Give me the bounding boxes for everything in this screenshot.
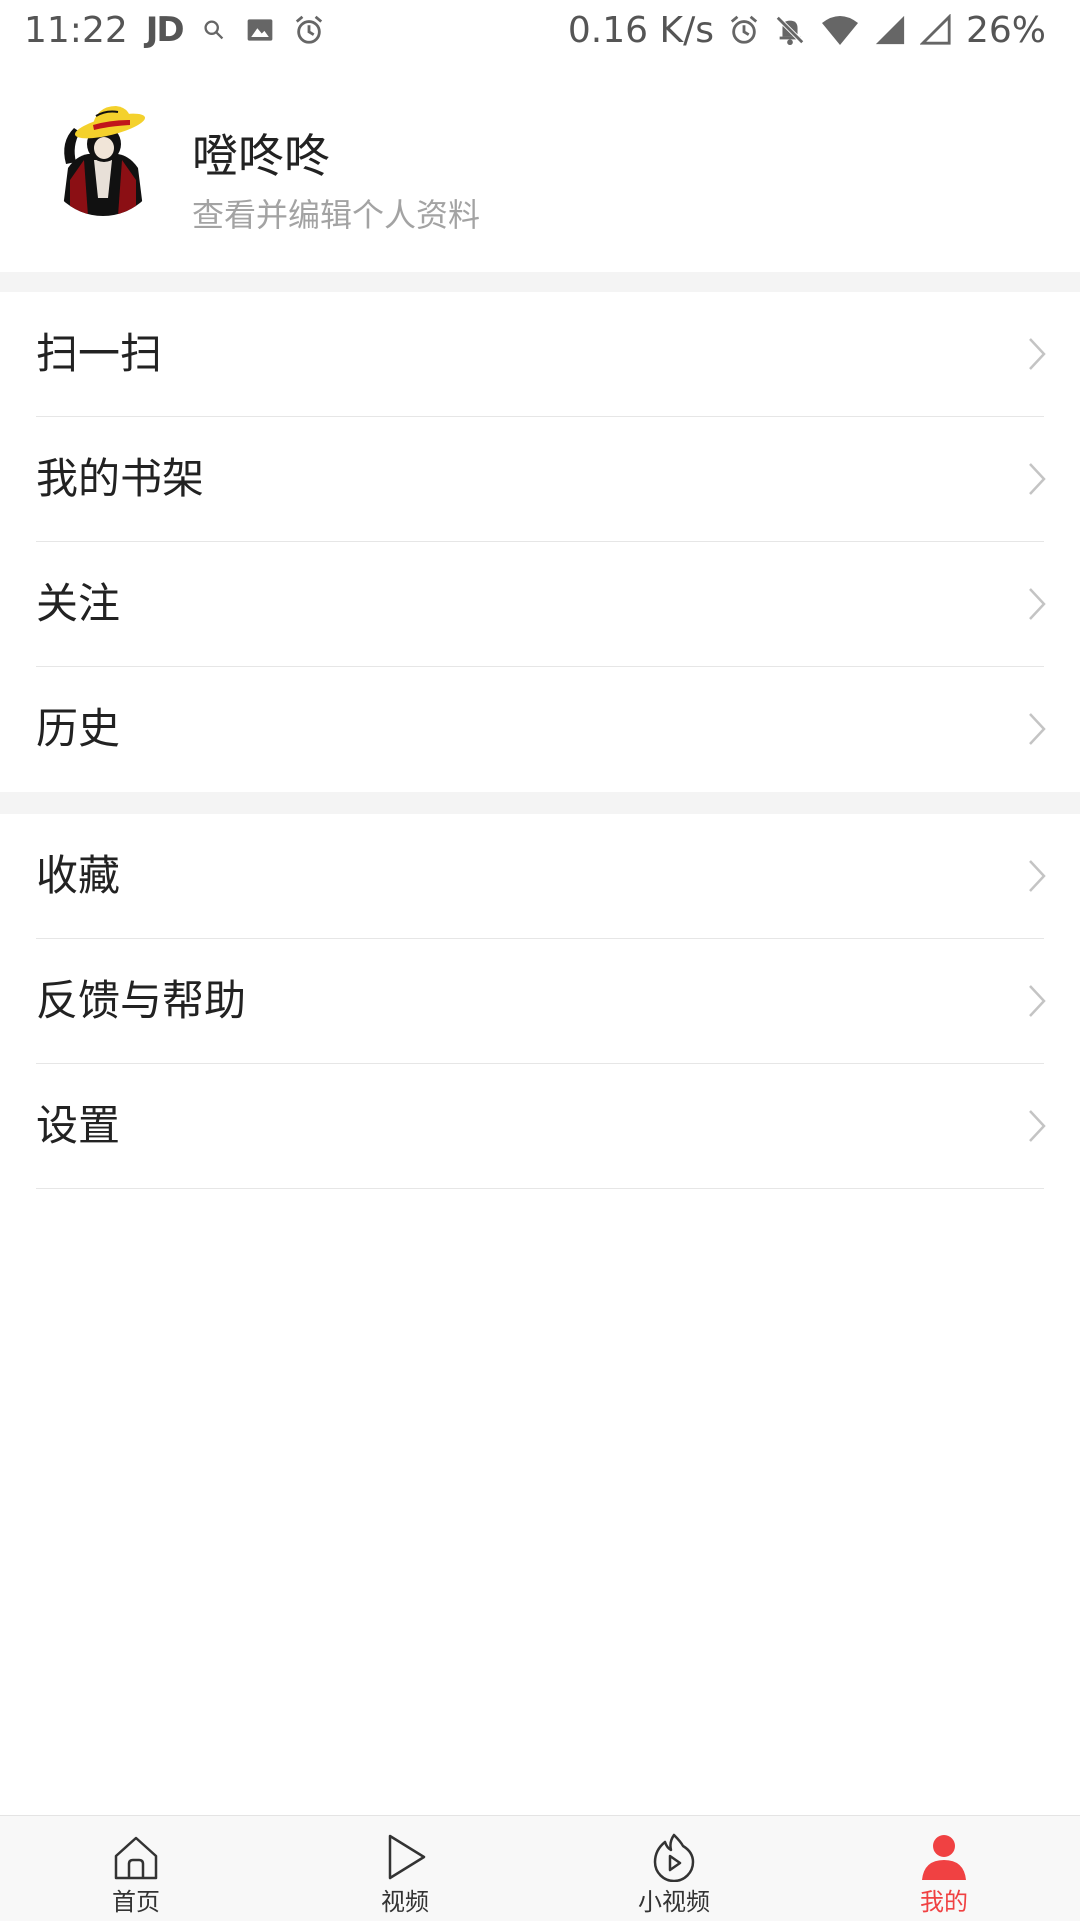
menu-item-favorites[interactable]: 收藏 (0, 814, 1080, 939)
status-bar: 11:22 JD 0.16 K/s 26% (0, 0, 1080, 60)
menu-group-main: 扫一扫 我的书架 关注 历史 (0, 292, 1080, 792)
chevron-right-icon (1029, 338, 1046, 370)
tab-label: 我的 (920, 1888, 968, 1916)
menu-item-label: 扫一扫 (36, 329, 163, 378)
chevron-right-icon (1029, 1110, 1046, 1142)
signal-icon (875, 15, 905, 45)
bottom-tab-bar: 首页 视频 小视频 我的 (0, 1815, 1080, 1921)
menu-group-secondary: 收藏 反馈与帮助 设置 (0, 814, 1080, 1189)
status-bar-right: 0.16 K/s 26% (568, 0, 1046, 60)
bell-off-icon (776, 16, 804, 46)
divider (36, 1188, 1044, 1189)
tab-video[interactable]: 视频 (325, 1816, 485, 1921)
chevron-right-icon (1029, 588, 1046, 620)
jd-app-icon: JD (145, 10, 185, 50)
menu-item-label: 收藏 (36, 851, 121, 900)
signal-empty-icon (919, 14, 951, 45)
wifi-icon (821, 16, 858, 45)
tab-label: 小视频 (638, 1888, 710, 1916)
chevron-right-icon (1029, 713, 1046, 745)
battery-level: 26% (965, 9, 1046, 51)
menu-item-label: 历史 (36, 704, 121, 753)
profile-name: 噔咚咚 (192, 129, 330, 183)
tab-label: 首页 (112, 1888, 160, 1916)
menu-item-feedback-help[interactable]: 反馈与帮助 (0, 939, 1080, 1064)
chevron-right-icon (1029, 463, 1046, 495)
chevron-right-icon (1029, 860, 1046, 892)
chevron-right-icon (1029, 985, 1046, 1017)
image-icon (247, 19, 272, 41)
menu-item-label: 设置 (36, 1101, 121, 1150)
tab-home[interactable]: 首页 (56, 1816, 216, 1921)
tab-label: 视频 (381, 1888, 429, 1916)
profile-edit-hint: 查看并编辑个人资料 (192, 196, 481, 234)
alarm-icon (295, 15, 322, 44)
section-divider (0, 272, 1080, 292)
menu-item-history[interactable]: 历史 (0, 667, 1080, 792)
alarm-icon (730, 15, 758, 44)
avatar[interactable] (44, 98, 162, 216)
menu-item-label: 我的书架 (36, 454, 205, 503)
avatar-illustration (62, 106, 145, 216)
menu-item-bookshelf[interactable]: 我的书架 (0, 417, 1080, 542)
menu-item-label: 关注 (36, 579, 121, 628)
home-icon (114, 1836, 158, 1880)
search-icon (204, 20, 223, 40)
status-bar-left: 11:22 JD (24, 0, 325, 60)
tab-short-video[interactable]: 小视频 (594, 1816, 754, 1921)
status-time: 11:22 (24, 9, 128, 51)
tab-me[interactable]: 我的 (864, 1816, 1024, 1921)
menu-item-scan[interactable]: 扫一扫 (0, 292, 1080, 417)
short-video-icon (653, 1833, 695, 1882)
menu-item-following[interactable]: 关注 (0, 542, 1080, 667)
play-icon (388, 1834, 426, 1880)
network-speed: 0.16 K/s (567, 9, 714, 51)
menu-item-label: 反馈与帮助 (36, 976, 247, 1025)
profile-header[interactable]: 噔咚咚 查看并编辑个人资料 (0, 60, 1080, 272)
person-icon (922, 1835, 966, 1880)
menu-item-settings[interactable]: 设置 (0, 1064, 1080, 1189)
section-divider (0, 792, 1080, 814)
